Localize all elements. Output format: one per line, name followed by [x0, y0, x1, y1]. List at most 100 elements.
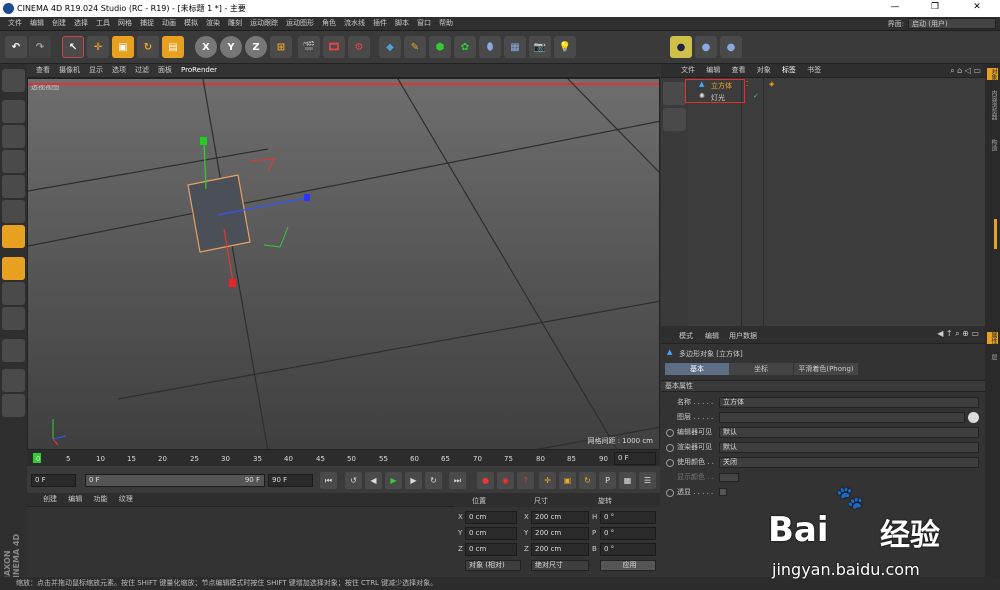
floor-icon[interactable]: ▦	[504, 36, 526, 58]
keyframe-dot-icon[interactable]	[666, 489, 674, 497]
z-axis-tip[interactable]	[304, 194, 310, 201]
key-scale-icon[interactable]: ▣	[559, 472, 576, 489]
layer-field[interactable]	[719, 412, 965, 423]
viewport-menu-cameras[interactable]: 摄像机	[59, 64, 80, 77]
key-pla-icon[interactable]: ▦	[619, 472, 636, 489]
move-tool-icon[interactable]: ✛	[87, 36, 109, 58]
menu-snap[interactable]: 捕捉	[140, 17, 154, 30]
keyframe-dot-icon[interactable]	[666, 459, 674, 467]
menu-select[interactable]: 选择	[74, 17, 88, 30]
keyframe-dot-icon[interactable]	[666, 444, 674, 452]
objects-menu-edit[interactable]: 编辑	[706, 64, 720, 77]
viewport-menu-filter[interactable]: 过滤	[135, 64, 149, 77]
deformer-icon[interactable]: ⬮	[479, 36, 501, 58]
tab-basic[interactable]: 基本	[665, 363, 729, 375]
phong-tag-icon[interactable]: ◈	[769, 80, 774, 88]
brush-tool-icon[interactable]	[663, 108, 686, 131]
viewport-menu-view[interactable]: 查看	[36, 64, 50, 77]
tab-coordinates[interactable]: 坐标	[729, 363, 793, 375]
key-rotation-icon[interactable]: ↻	[579, 472, 596, 489]
go-to-start-icon[interactable]: ⏮	[320, 472, 337, 489]
points-mode-icon[interactable]	[2, 175, 25, 198]
undo-icon[interactable]: ↶	[5, 36, 27, 58]
position-x-field[interactable]: 0 cm	[465, 511, 517, 524]
camera-icon[interactable]: 📷	[529, 36, 551, 58]
display-color-swatch[interactable]	[719, 473, 739, 482]
menu-character[interactable]: 角色	[322, 17, 336, 30]
x-axis-button[interactable]: X	[195, 36, 217, 58]
rotate-tool-icon[interactable]: ↻	[137, 36, 159, 58]
workplane-icon[interactable]	[2, 394, 25, 417]
scroll-indicator[interactable]	[994, 219, 997, 249]
key-param-icon[interactable]: P	[599, 472, 616, 489]
position-y-field[interactable]: 0 cm	[465, 527, 517, 540]
render-picture-viewer-icon[interactable]: 🎞	[323, 36, 345, 58]
menu-simulate[interactable]: 模拟	[184, 17, 198, 30]
size-z-field[interactable]: 200 cm	[531, 543, 589, 556]
visibility-dots-icon[interactable]: ⁚	[746, 80, 748, 88]
menu-mograph[interactable]: 运动图形	[286, 17, 314, 30]
render-settings-icon[interactable]: ⚙	[348, 36, 370, 58]
attr-nav-icons[interactable]: ◀ ↑ ⌕ ⊕ ▭	[937, 329, 979, 339]
previous-key-icon[interactable]: ↺	[345, 472, 362, 489]
objects-menu-objects[interactable]: 对象	[757, 64, 771, 77]
object-name[interactable]: 灯光	[711, 93, 725, 103]
light-icon[interactable]: 💡	[554, 36, 576, 58]
render-view-icon[interactable]: 🎬	[298, 36, 320, 58]
layout-select[interactable]: 启动 (用户)	[908, 18, 996, 29]
tab-phong[interactable]: 平滑着色(Phong)	[794, 363, 858, 375]
layer-picker-icon[interactable]	[968, 412, 979, 423]
timeline-window-icon[interactable]: ☰	[639, 472, 656, 489]
material-menu-function[interactable]: 功能	[93, 493, 107, 506]
subdivision-icon[interactable]: ⬢	[429, 36, 451, 58]
viewport-menu-prorender[interactable]: ProRender	[181, 64, 217, 77]
cube-object[interactable]	[187, 174, 251, 253]
menu-script[interactable]: 脚本	[395, 17, 409, 30]
redo-icon[interactable]: ↷	[29, 36, 51, 58]
pen-spline-icon[interactable]: ✎	[404, 36, 426, 58]
use-color-select[interactable]: 关闭	[719, 457, 979, 468]
select-tool-icon[interactable]: ↖	[62, 36, 84, 58]
recent-tool-icon[interactable]: ▤	[162, 36, 184, 58]
render-visible-select[interactable]: 默认	[719, 442, 979, 453]
make-editable-icon[interactable]	[2, 69, 25, 92]
enabled-check-icon[interactable]: ✓	[753, 92, 759, 100]
next-frame-icon[interactable]: ▶	[405, 472, 422, 489]
end-frame-field[interactable]: 90 F	[268, 474, 313, 487]
material-menu-edit[interactable]: 编辑	[68, 493, 82, 506]
scale-tool-icon[interactable]: ▣	[112, 36, 134, 58]
maximize-button[interactable]: ❐	[920, 2, 950, 12]
attr-menu-mode[interactable]: 模式	[679, 331, 693, 341]
next-key-icon[interactable]: ↻	[425, 472, 442, 489]
frame-range-slider[interactable]: 0 F 90 F	[85, 474, 265, 487]
editor-visible-select[interactable]: 默认	[719, 427, 979, 438]
side-tab-objects[interactable]: 对象	[987, 68, 998, 80]
attr-menu-edit[interactable]: 编辑	[705, 331, 719, 341]
menu-pipeline[interactable]: 流水线	[344, 17, 365, 30]
viewport-menu-panel[interactable]: 面板	[158, 64, 172, 77]
mode-polygons-icon[interactable]: ●	[720, 36, 742, 58]
x-axis-tip[interactable]	[229, 279, 236, 287]
side-tab-attributes[interactable]: 属性	[987, 332, 998, 344]
magnet-icon[interactable]	[2, 339, 25, 362]
keyframe-dot-icon[interactable]	[666, 429, 674, 437]
viewport-menu-options[interactable]: 选项	[112, 64, 126, 77]
snap-icon[interactable]	[2, 307, 25, 330]
mode-edges-icon[interactable]: ●	[695, 36, 717, 58]
model-mode-icon[interactable]	[2, 100, 25, 123]
menu-animate[interactable]: 动画	[162, 17, 176, 30]
lock-workplane-icon[interactable]	[2, 369, 25, 392]
texture-mode-icon[interactable]	[2, 125, 25, 148]
size-x-field[interactable]: 200 cm	[531, 511, 589, 524]
coordinate-mode-select[interactable]: 对象 (相对)	[465, 560, 521, 571]
menu-window[interactable]: 窗口	[417, 17, 431, 30]
side-tab-layers[interactable]: 层	[987, 354, 998, 360]
key-position-icon[interactable]: ✛	[539, 472, 556, 489]
position-z-field[interactable]: 0 cm	[465, 543, 517, 556]
material-menu-texture[interactable]: 纹理	[119, 493, 133, 506]
menu-edit[interactable]: 编辑	[30, 17, 44, 30]
y-axis-tip[interactable]	[200, 137, 207, 145]
mode-points-icon[interactable]: ●	[670, 36, 692, 58]
workplane-mode-icon[interactable]	[2, 150, 25, 173]
menu-file[interactable]: 文件	[8, 17, 22, 30]
